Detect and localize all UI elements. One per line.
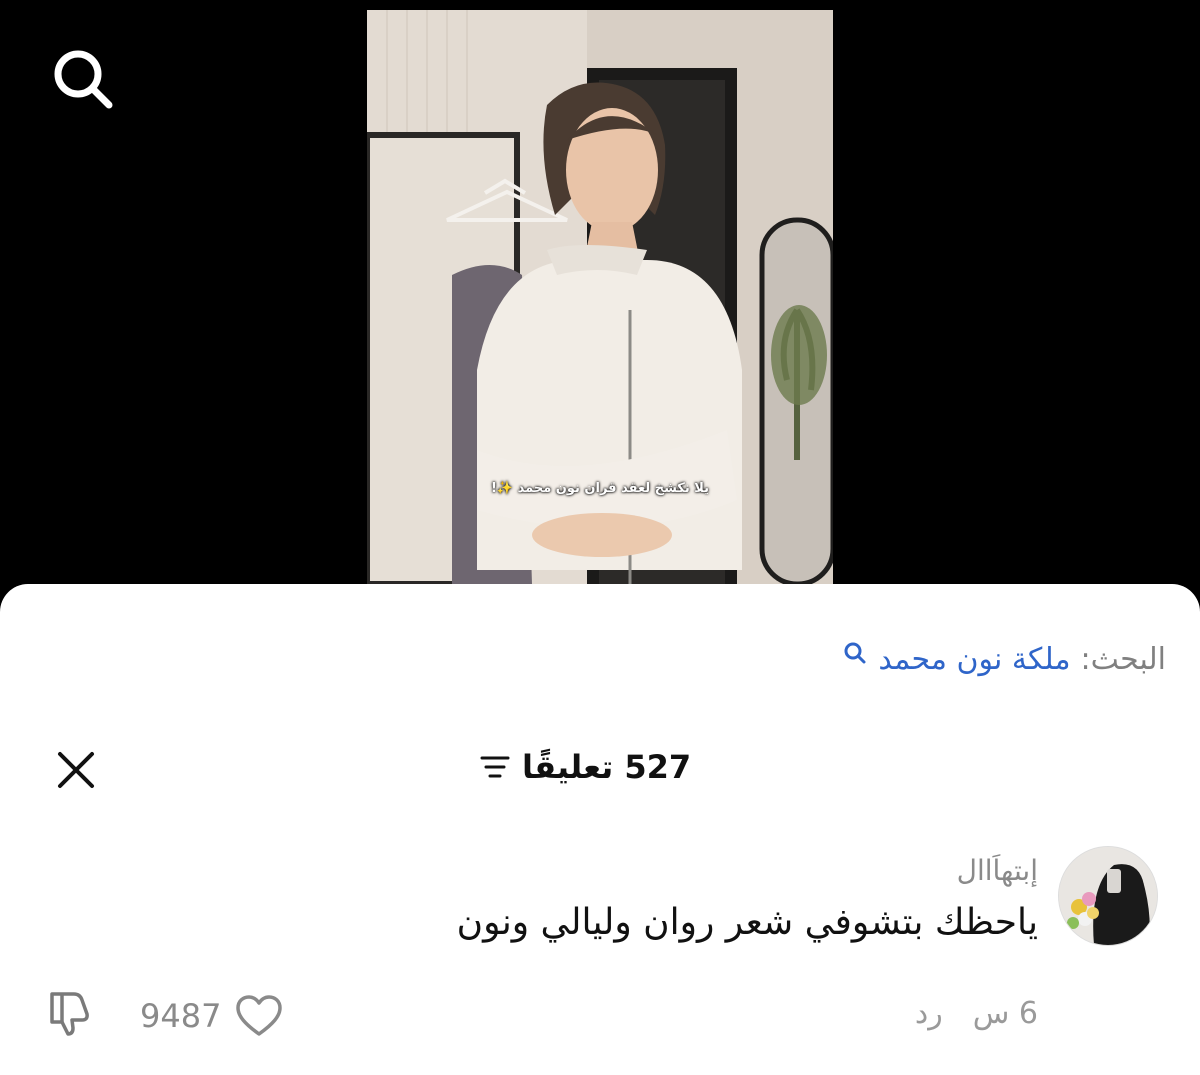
like-group[interactable]: 9487: [140, 994, 283, 1038]
search-icon[interactable]: [48, 44, 116, 112]
filter-icon[interactable]: [480, 753, 510, 781]
comments-sheet: البحث: ملكة نون محمد 527 تعليقًا إبتهاَا…: [0, 584, 1200, 1075]
search-suggestion-label: البحث:: [1080, 642, 1166, 677]
comment-text: ياحظك بتشوفي شعر روان وليالي ونون: [456, 902, 1038, 943]
comment-meta: 6 س رد: [915, 996, 1038, 1031]
comment-time: 6 س: [972, 996, 1038, 1031]
comments-header[interactable]: 527 تعليقًا: [480, 748, 691, 786]
heart-icon[interactable]: [235, 994, 283, 1038]
search-suggestion[interactable]: البحث: ملكة نون محمد: [842, 642, 1166, 677]
video-thumbnail[interactable]: [367, 10, 833, 584]
video-area[interactable]: يلا نكشخ لعقد قران نون محمد ✨!: [0, 0, 1200, 600]
dislike-icon[interactable]: [44, 988, 94, 1038]
avatar[interactable]: [1058, 846, 1158, 946]
like-count: 9487: [140, 997, 222, 1035]
search-suggestion-query[interactable]: ملكة نون محمد: [878, 642, 1070, 677]
close-icon[interactable]: [56, 750, 96, 790]
video-frame-image: [367, 10, 833, 584]
reply-button[interactable]: رد: [915, 996, 943, 1031]
search-small-icon: [844, 642, 866, 663]
comments-count: 527 تعليقًا: [522, 748, 692, 786]
avatar-image: [1059, 847, 1157, 945]
comment-username[interactable]: إبتهاَاال: [957, 854, 1038, 887]
video-caption: يلا نكشخ لعقد قران نون محمد ✨!: [490, 481, 710, 496]
